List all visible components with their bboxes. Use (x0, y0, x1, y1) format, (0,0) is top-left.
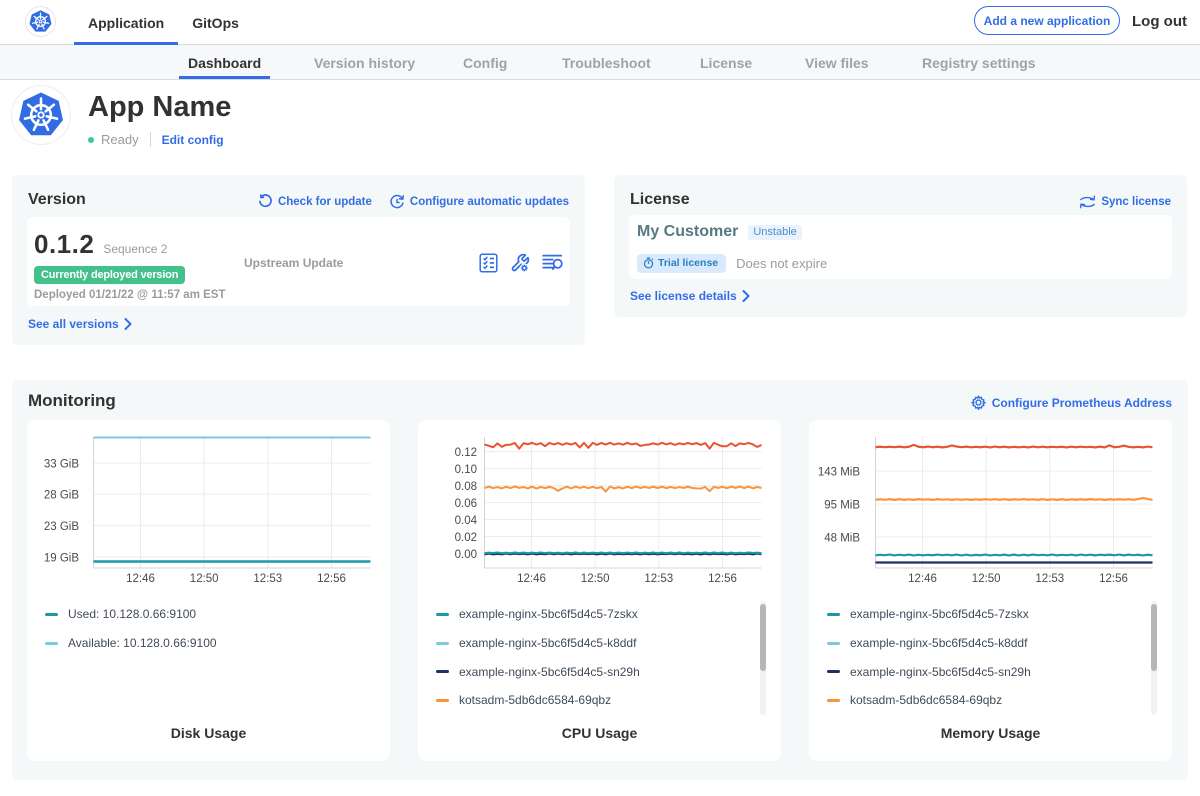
svg-text:23 GiB: 23 GiB (44, 521, 79, 533)
svg-text:19 GiB: 19 GiB (44, 553, 79, 565)
svg-text:12:46: 12:46 (908, 573, 937, 585)
svg-text:12:56: 12:56 (317, 573, 346, 585)
svg-text:0.04: 0.04 (455, 515, 478, 527)
svg-text:12:50: 12:50 (581, 573, 610, 585)
svg-text:28 GiB: 28 GiB (44, 490, 79, 502)
svg-text:143 MiB: 143 MiB (818, 467, 861, 479)
svg-text:0.12: 0.12 (455, 447, 477, 459)
svg-text:12:56: 12:56 (1099, 573, 1128, 585)
svg-text:12:53: 12:53 (1035, 573, 1064, 585)
svg-text:12:53: 12:53 (644, 573, 673, 585)
svg-text:12:50: 12:50 (972, 573, 1001, 585)
svg-text:12:56: 12:56 (708, 573, 737, 585)
svg-text:33 GiB: 33 GiB (44, 459, 79, 471)
svg-text:0.08: 0.08 (455, 481, 477, 493)
svg-text:95 MiB: 95 MiB (824, 500, 860, 512)
svg-text:12:46: 12:46 (517, 573, 546, 585)
svg-text:12:53: 12:53 (253, 573, 282, 585)
svg-text:12:50: 12:50 (190, 573, 219, 585)
svg-text:0.02: 0.02 (455, 532, 477, 544)
svg-text:0.10: 0.10 (455, 464, 477, 476)
svg-text:0.06: 0.06 (455, 498, 477, 510)
svg-text:0.00: 0.00 (455, 549, 477, 561)
svg-text:12:46: 12:46 (126, 573, 155, 585)
svg-text:48 MiB: 48 MiB (824, 533, 860, 545)
